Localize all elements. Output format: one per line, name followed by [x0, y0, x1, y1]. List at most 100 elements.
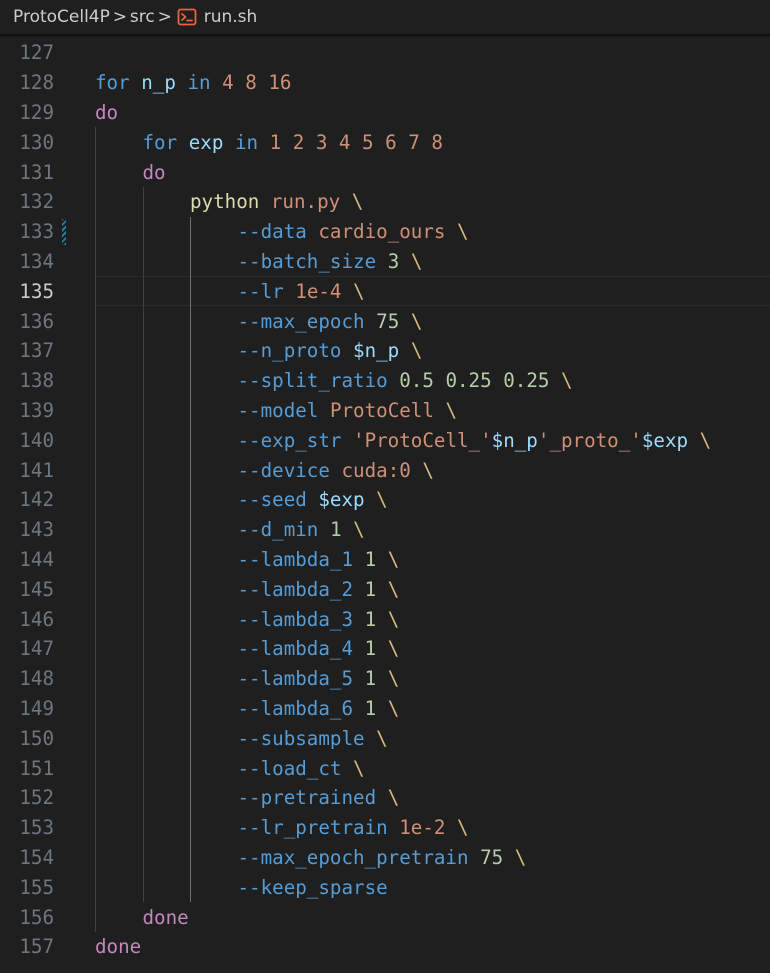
code-line[interactable]: 137 --n_proto $n_p \	[0, 336, 770, 366]
code-token: $exp	[641, 428, 689, 452]
code-content: do	[95, 98, 770, 128]
code-token: --max_epoch	[237, 309, 365, 333]
breadcrumb-file[interactable]: run.sh	[204, 7, 258, 27]
breadcrumb-project[interactable]: ProtoCell4P	[13, 7, 110, 27]
code-token: '_proto_'	[537, 428, 642, 452]
code-token: 75	[480, 845, 504, 869]
code-line[interactable]: 151 --load_ct \	[0, 753, 770, 783]
line-number: 150	[19, 726, 54, 750]
code-line[interactable]: 143 --d_min 1 \	[0, 515, 770, 545]
code-token: --keep_sparse	[237, 875, 388, 899]
code-line[interactable]: 147 --lambda_4 1 \	[0, 634, 770, 664]
code-content: --lambda_2 1 \	[95, 574, 770, 604]
code-line[interactable]: 136 --max_epoch 75 \	[0, 306, 770, 336]
code-text: --lambda_5 1 \	[238, 667, 400, 690]
line-number: 137	[19, 339, 54, 363]
code-token: \	[457, 220, 469, 244]
code-line[interactable]: 141 --device cuda:0 \	[0, 455, 770, 485]
line-number: 146	[19, 607, 54, 631]
code-token: in	[234, 130, 259, 154]
code-line[interactable]: 145 --lambda_2 1 \	[0, 574, 770, 604]
code-text: --model ProtoCell \	[238, 399, 458, 422]
code-line[interactable]: 157 done	[0, 932, 770, 962]
line-number: 136	[19, 309, 54, 333]
code-line[interactable]: 146 --lambda_3 1 \	[0, 604, 770, 634]
code-token: for	[142, 130, 178, 154]
code-token: --max_epoch_pretrain	[237, 845, 469, 869]
code-line[interactable]: 133 --data cardio_ours \	[0, 217, 770, 247]
code-line[interactable]: 155 --keep_sparse	[0, 872, 770, 902]
code-token: 3	[387, 249, 400, 273]
modified-line-marker[interactable]	[62, 218, 66, 245]
code-line[interactable]: 127	[0, 38, 770, 68]
code-token: \	[376, 726, 388, 750]
breadcrumb-folder[interactable]: src	[130, 7, 155, 27]
code-token: 1	[329, 518, 342, 542]
line-number: 140	[19, 428, 54, 452]
code-line[interactable]: 134 --batch_size 3 \	[0, 247, 770, 277]
code-line[interactable]: 152 --pretrained \	[0, 783, 770, 813]
code-token: \	[351, 190, 364, 214]
code-text: --lambda_4 1 \	[238, 637, 400, 660]
code-content: --keep_sparse	[95, 872, 770, 902]
code-line[interactable]: 150 --subsample \	[0, 723, 770, 753]
chevron-right-icon: >	[112, 7, 128, 27]
code-line[interactable]: 129 do	[0, 98, 770, 128]
code-token: \	[457, 816, 469, 840]
code-token: 0.5 0.25 0.25	[399, 369, 550, 393]
code-line[interactable]: 142 --seed $exp \	[0, 485, 770, 515]
code-line[interactable]: 153 --lr_pretrain 1e-2 \	[0, 813, 770, 843]
code-line[interactable]: 149 --lambda_6 1 \	[0, 694, 770, 724]
code-token: \	[699, 428, 712, 452]
code-editor[interactable]: 127 128 for n_p in 4 8 16 129 do 130 for exp i…	[0, 36, 770, 973]
line-number: 131	[19, 160, 54, 184]
code-text: --subsample \	[238, 727, 388, 750]
line-number: 133	[19, 220, 54, 244]
code-token: 1e-2	[399, 816, 446, 840]
code-line[interactable]: 144 --lambda_1 1 \	[0, 545, 770, 575]
code-token: 75	[376, 309, 400, 333]
code-token: 1	[364, 667, 377, 691]
code-token: --lambda_6	[237, 696, 354, 720]
code-content: --lambda_1 1 \	[95, 545, 770, 575]
code-line[interactable]: 128 for n_p in 4 8 16	[0, 68, 770, 98]
code-line[interactable]: 148 --lambda_5 1 \	[0, 664, 770, 694]
line-number: 149	[19, 696, 54, 720]
code-token: done	[95, 935, 142, 959]
code-line[interactable]: 132 python run.py \	[0, 187, 770, 217]
code-token: in	[187, 71, 211, 95]
code-line[interactable]: 138 --split_ratio 0.5 0.25 0.25 \	[0, 366, 770, 396]
code-line[interactable]: 139 --model ProtoCell \	[0, 396, 770, 426]
code-content: --exp_str 'ProtoCell_'$n_p'_proto_'$exp …	[95, 425, 770, 455]
code-line[interactable]: 130 for exp in 1 2 3 4 5 6 7 8	[0, 127, 770, 157]
code-line[interactable]: 135 --lr 1e-4 \	[0, 276, 770, 307]
code-text: do	[143, 161, 166, 184]
code-token: \	[387, 547, 400, 571]
code-line[interactable]: 131 do	[0, 157, 770, 187]
code-line[interactable]: 156 done	[0, 902, 770, 932]
line-number: 129	[19, 100, 54, 124]
code-token: --lr	[237, 279, 284, 303]
code-content: for exp in 1 2 3 4 5 6 7 8	[95, 127, 770, 157]
line-number: 132	[19, 190, 54, 214]
code-text: --exp_str 'ProtoCell_'$n_p'_proto_'$exp …	[238, 429, 712, 452]
code-line[interactable]: 154 --max_epoch_pretrain 75 \	[0, 843, 770, 873]
code-content: --lambda_6 1 \	[95, 694, 770, 724]
code-token: $exp	[318, 488, 365, 512]
code-line[interactable]: 140 --exp_str 'ProtoCell_'$n_p'_proto_'$e…	[0, 425, 770, 455]
code-token: done	[142, 905, 189, 929]
line-number: 148	[19, 667, 54, 691]
